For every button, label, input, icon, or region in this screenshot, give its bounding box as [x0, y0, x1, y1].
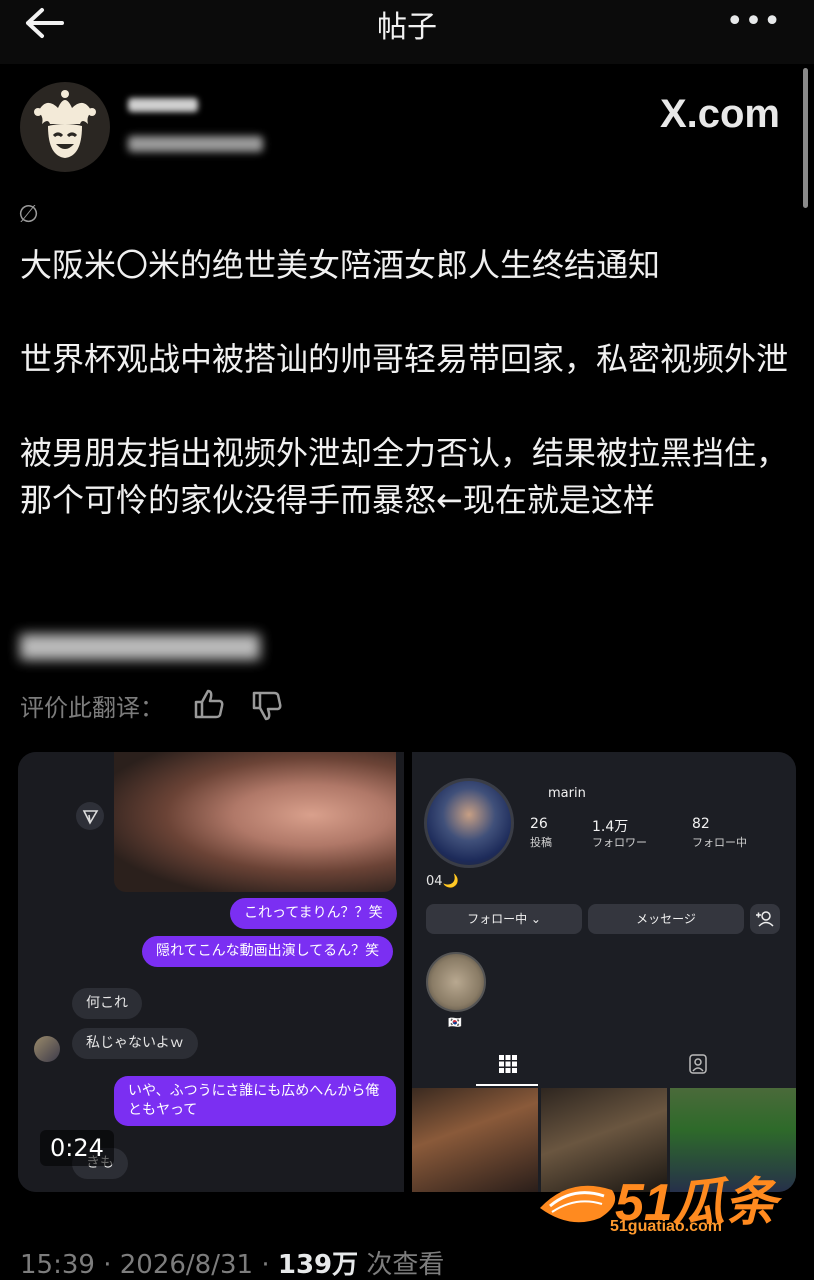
author-handle-redacted[interactable] — [128, 136, 263, 152]
profile-screenshot[interactable]: marin 26 投稿 1.4万 フォロワー 82 フォロー中 04🌙 フォロー… — [412, 752, 796, 1192]
profile-username: marin — [548, 786, 586, 801]
rate-translation-label: 评价此翻译： — [20, 694, 164, 722]
thumbs-down-icon[interactable] — [250, 690, 284, 722]
profile-avatar — [424, 778, 514, 868]
followers-count: 1.4万 — [592, 819, 629, 835]
grid-icon — [499, 1055, 517, 1073]
media-container[interactable]: これってまりん？？笑 隠れてこんな動画出演してるん？笑 何これ 私じゃないよｗ … — [18, 752, 796, 1192]
page-title: 帖子 — [377, 10, 437, 45]
story-highlight — [426, 952, 486, 1012]
posts-count: 26 — [530, 816, 548, 832]
followers-label: フォロワー — [592, 836, 647, 849]
chat-screenshot[interactable]: これってまりん？？笑 隠れてこんな動画出演してるん？笑 何これ 私じゃないよｗ … — [18, 752, 404, 1192]
post-thumbnail — [412, 1088, 538, 1192]
separator: · — [94, 1250, 120, 1280]
chat-bubble-received: 私じゃないよｗ — [72, 1028, 198, 1059]
post-time: 15:39 — [20, 1250, 95, 1280]
source-badge: X.com — [659, 92, 780, 136]
chat-bubble-sent: 隠れてこんな動画出演してるん？笑 — [142, 936, 394, 967]
following-label: フォロー中 — [692, 836, 747, 849]
media-divider — [404, 752, 412, 1192]
post-text: 大阪米〇米的绝世美女陪酒女郎人生终结通知 世界杯观战中被搭讪的帅哥轻易带回家，私… — [20, 246, 789, 519]
jester-mask-icon — [34, 90, 96, 158]
author-name-redacted[interactable] — [128, 98, 198, 112]
post-meta: 15:39 · 2026/8/31 · 139万 次查看 — [20, 1244, 444, 1280]
post-date: 2026/8/31 — [119, 1250, 254, 1280]
separator: · — [253, 1250, 278, 1280]
add-person-icon — [750, 904, 780, 934]
following-count: 82 — [692, 816, 710, 832]
more-options-icon[interactable]: ••• — [726, 4, 782, 39]
chat-photo — [114, 752, 396, 892]
sender-avatar — [34, 1036, 60, 1062]
message-button: メッセージ — [588, 904, 744, 934]
following-button: フォロー中 ⌄ — [426, 904, 582, 934]
chat-bubble-sent: これってまりん？？笑 — [230, 898, 397, 929]
video-duration: 0:24 — [40, 1130, 114, 1166]
tab-indicator — [476, 1084, 538, 1086]
redacted-text — [20, 634, 260, 660]
thumbs-up-icon[interactable] — [192, 688, 226, 720]
scrollbar[interactable] — [803, 68, 808, 208]
send-icon — [76, 802, 104, 830]
view-count: 139万 — [277, 1250, 359, 1280]
watermark-url: 51guatiao.com — [610, 1218, 723, 1235]
profile-bio: 04🌙 — [426, 874, 459, 889]
chat-bubble-sent: いや、ふつうにさ誰にも広めへんから俺ともヤって — [114, 1076, 396, 1126]
translated-icon: ∅ — [18, 200, 39, 228]
top-bar: 帖子 ••• — [0, 0, 814, 64]
posts-label: 投稿 — [530, 836, 552, 849]
tagged-icon — [689, 1054, 707, 1074]
author-avatar[interactable] — [20, 82, 110, 172]
view-count-label: 次查看 — [366, 1250, 445, 1280]
chat-bubble-received: 何これ — [72, 988, 142, 1019]
highlight-label: 🇰🇷 — [448, 1016, 462, 1029]
